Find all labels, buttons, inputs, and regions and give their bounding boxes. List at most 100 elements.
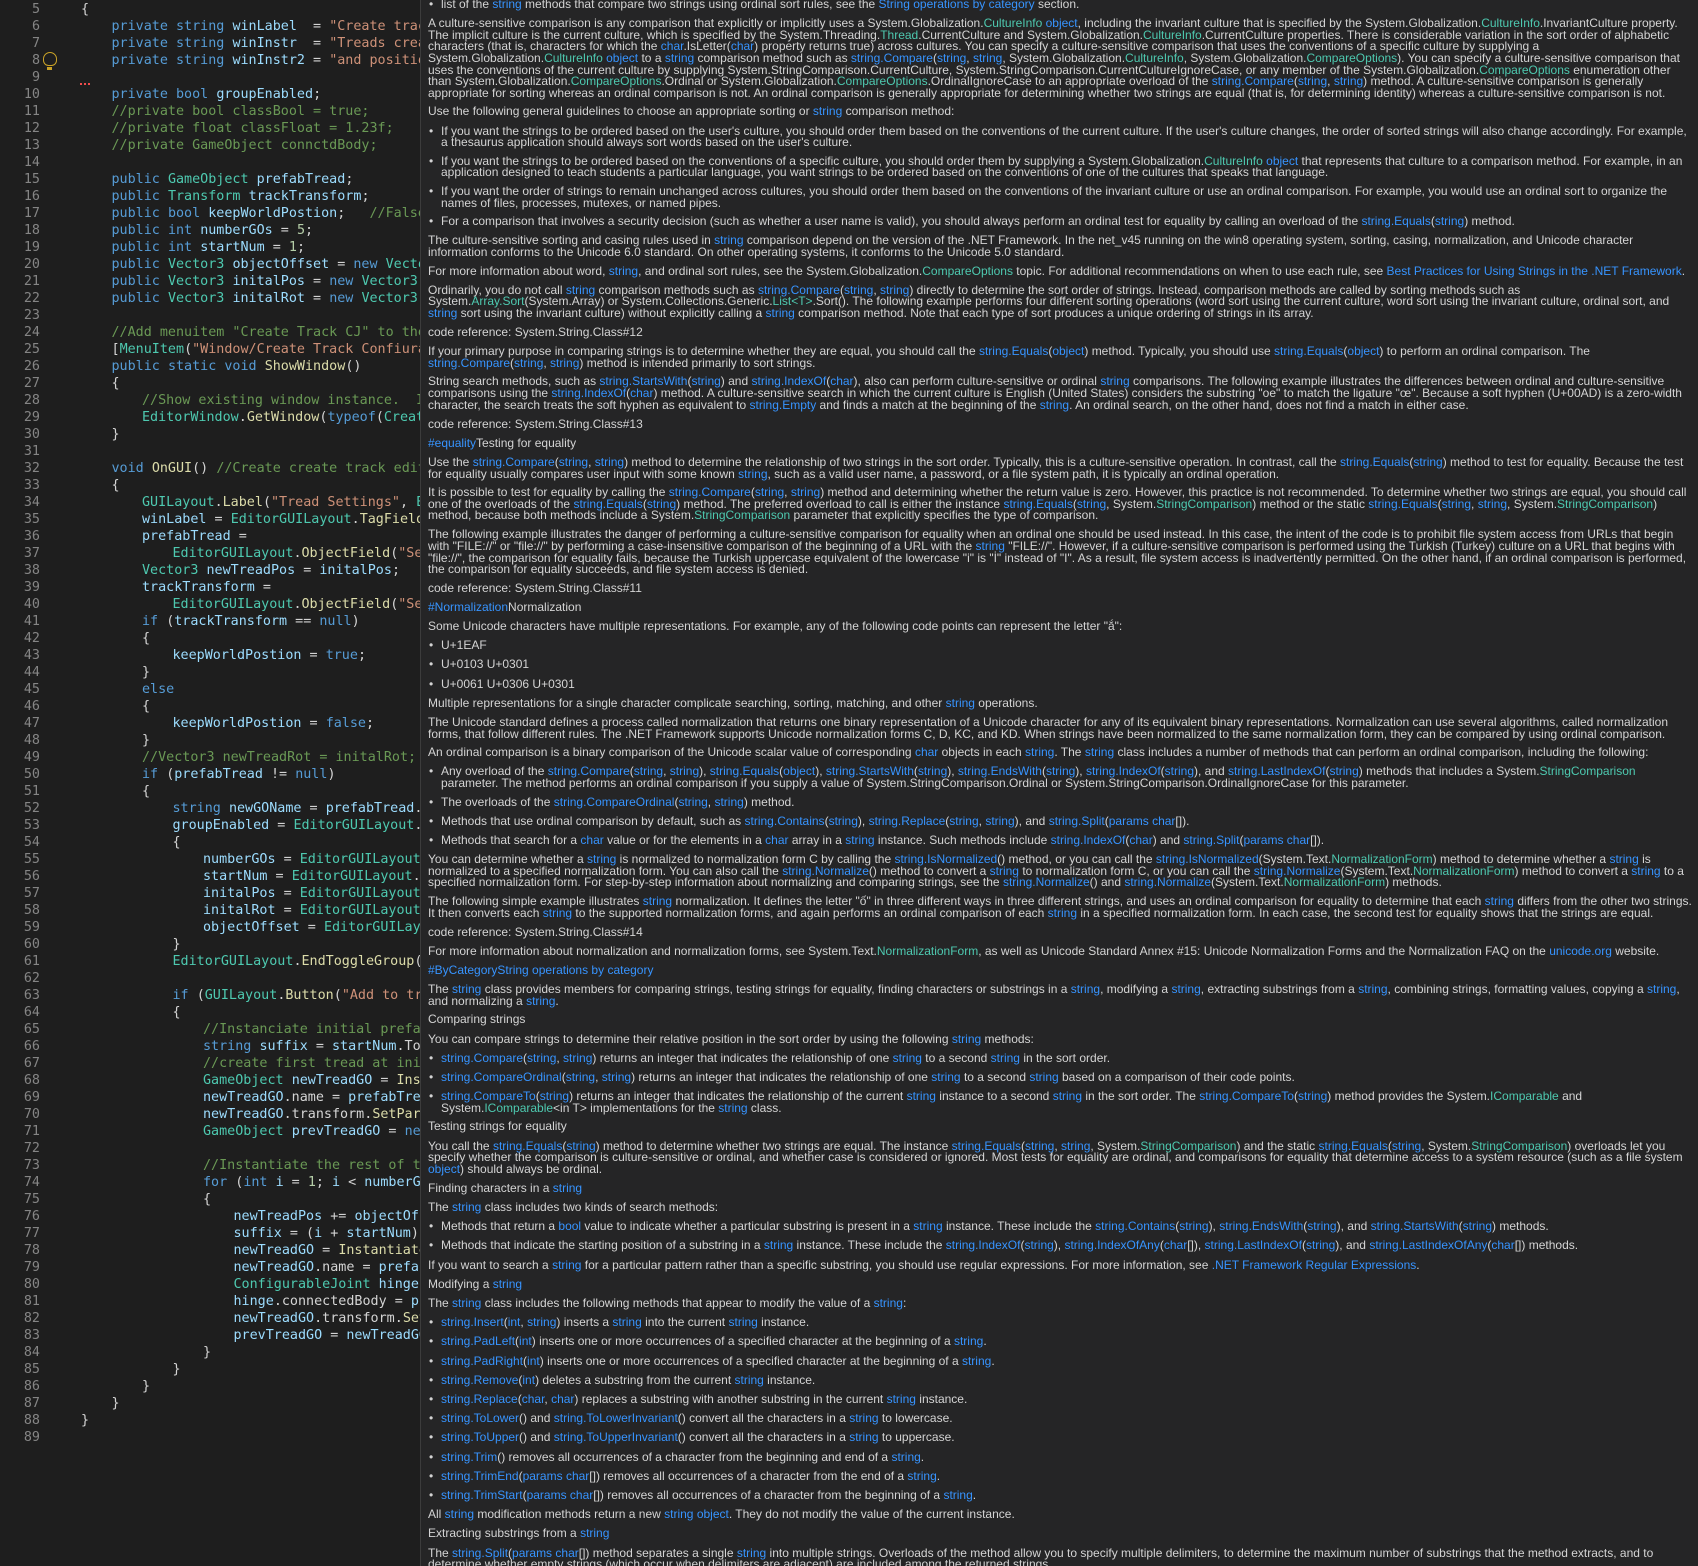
- code-line[interactable]: 35 winLabel = EditorGUILayout.TagField(: [0, 511, 420, 528]
- doc-link[interactable]: string: [1053, 1089, 1082, 1103]
- doc-link[interactable]: string: [643, 894, 672, 908]
- code-line[interactable]: 43 keepWorldPostion = true;: [0, 647, 420, 664]
- doc-link[interactable]: string: [718, 1101, 747, 1115]
- doc-link[interactable]: char: [1164, 1238, 1187, 1252]
- code-line[interactable]: 64 {: [0, 1004, 420, 1021]
- doc-link[interactable]: string: [595, 455, 624, 469]
- doc-link[interactable]: string: [665, 51, 694, 65]
- doc-link[interactable]: string: [1329, 764, 1358, 778]
- doc-link[interactable]: string.Compare: [441, 1051, 523, 1065]
- doc-link[interactable]: object: [1052, 344, 1084, 358]
- doc-link[interactable]: string: [1298, 1089, 1327, 1103]
- doc-link[interactable]: char: [731, 39, 754, 53]
- doc-link[interactable]: string: [566, 1139, 595, 1153]
- doc-link[interactable]: string: [634, 764, 663, 778]
- doc-link[interactable]: Best Practices for Using Strings in the …: [1387, 264, 1682, 278]
- doc-link[interactable]: string.Equals: [979, 344, 1048, 358]
- doc-link[interactable]: .NET Framework Regular Expressions: [1212, 1258, 1417, 1272]
- code-line[interactable]: 19 public int startNum = 1;: [0, 239, 420, 256]
- doc-link[interactable]: CultureInfo: [1481, 16, 1540, 30]
- doc-link[interactable]: StringComparison: [1156, 497, 1252, 511]
- doc-link[interactable]: CultureInfo: [544, 51, 603, 65]
- doc-link[interactable]: #equality: [428, 436, 476, 450]
- code-line[interactable]: 23: [0, 307, 420, 324]
- doc-link[interactable]: string: [428, 306, 457, 320]
- doc-link[interactable]: string.IndexOf: [1051, 833, 1126, 847]
- code-line[interactable]: 48}: [0, 732, 420, 749]
- doc-link[interactable]: params: [1243, 833, 1283, 847]
- doc-link[interactable]: string: [849, 1430, 878, 1444]
- doc-link[interactable]: string.CompareOrdinal: [554, 795, 675, 809]
- code-line[interactable]: 45 else: [0, 681, 420, 698]
- doc-link[interactable]: NormalizationForm: [877, 944, 978, 958]
- doc-link[interactable]: string.Contains: [1095, 1219, 1175, 1233]
- doc-link[interactable]: StringComparison: [1540, 764, 1636, 778]
- doc-link[interactable]: StringComparison: [694, 508, 790, 522]
- doc-link[interactable]: string: [602, 1070, 631, 1084]
- doc-link[interactable]: char: [580, 833, 603, 847]
- doc-link[interactable]: string: [1392, 1139, 1421, 1153]
- doc-link[interactable]: string: [1485, 894, 1514, 908]
- doc-link[interactable]: string: [737, 1546, 766, 1560]
- code-line[interactable]: 83 prevTreadGO = newTreadGO: [0, 1327, 420, 1344]
- code-line[interactable]: 67 //create first tread at init: [0, 1055, 420, 1072]
- code-line[interactable]: 73 //Instantiate the rest of th: [0, 1157, 420, 1174]
- code-line[interactable]: 65 //Instanciate initial prefab: [0, 1021, 420, 1038]
- code-line[interactable]: 9: [0, 69, 420, 86]
- code-line[interactable]: 56 startNum = EditorGUILayout.I: [0, 868, 420, 885]
- doc-link[interactable]: string: [492, 0, 521, 11]
- code-line[interactable]: 29EditorWindow.GetWindow(typeof(Create: [0, 409, 420, 426]
- doc-link[interactable]: char: [1152, 814, 1175, 828]
- doc-link[interactable]: string.Compare: [428, 356, 510, 370]
- doc-link[interactable]: string: [893, 1051, 922, 1065]
- doc-link[interactable]: CultureInfo: [984, 16, 1043, 30]
- doc-link[interactable]: string: [609, 264, 638, 278]
- doc-link[interactable]: string: [1048, 906, 1077, 920]
- doc-link[interactable]: string: [952, 1032, 981, 1046]
- doc-link[interactable]: object: [428, 1162, 460, 1176]
- code-line[interactable]: 16 public Transform trackTransform;: [0, 188, 420, 205]
- doc-link[interactable]: object: [783, 764, 815, 778]
- doc-link[interactable]: NormalizationForm: [1413, 864, 1514, 878]
- doc-link[interactable]: string.Compare: [1212, 74, 1294, 88]
- code-line[interactable]: 60}: [0, 936, 420, 953]
- doc-link[interactable]: string: [1040, 398, 1069, 412]
- doc-link[interactable]: char: [630, 386, 653, 400]
- doc-link[interactable]: string.IndexOf: [1086, 764, 1161, 778]
- code-line[interactable]: 10 private bool groupEnabled;: [0, 86, 420, 103]
- doc-link[interactable]: string: [514, 356, 543, 370]
- code-line[interactable]: 52 string newGOName = prefabTread.n: [0, 800, 420, 817]
- doc-link[interactable]: string.StartsWith: [826, 764, 914, 778]
- doc-link[interactable]: string: [553, 1181, 582, 1195]
- code-line[interactable]: 89: [0, 1429, 420, 1446]
- doc-link[interactable]: string: [1358, 982, 1387, 996]
- doc-link[interactable]: char: [555, 1546, 578, 1560]
- doc-link[interactable]: string: [791, 485, 820, 499]
- doc-link[interactable]: string: [887, 1392, 916, 1406]
- code-line[interactable]: 86}: [0, 1378, 420, 1395]
- doc-link[interactable]: string: [1413, 455, 1442, 469]
- doc-link[interactable]: string.Normalize: [782, 864, 869, 878]
- code-line[interactable]: 84}: [0, 1344, 420, 1361]
- doc-link[interactable]: string: [1442, 497, 1471, 511]
- doc-link[interactable]: string: [452, 1200, 481, 1214]
- doc-link[interactable]: object: [606, 51, 638, 65]
- code-line[interactable]: 77 suffix = (i + startNum).: [0, 1225, 420, 1242]
- doc-link[interactable]: string.LastIndexOf: [1205, 1238, 1302, 1252]
- code-line[interactable]: 62: [0, 970, 420, 987]
- code-line[interactable]: 22 public Vector3 initalRot = new Vector3…: [0, 290, 420, 307]
- doc-link[interactable]: String operations by category: [879, 0, 1035, 11]
- code-line[interactable]: 59 objectOffset = EditorGUILayo: [0, 919, 420, 936]
- doc-link[interactable]: string.Compare: [669, 485, 751, 499]
- doc-link[interactable]: char: [915, 745, 938, 759]
- doc-link[interactable]: IComparable: [1490, 1089, 1559, 1103]
- doc-link[interactable]: CompareOptions: [1306, 51, 1397, 65]
- doc-link[interactable]: int: [508, 1315, 521, 1329]
- doc-link[interactable]: string.ToUpper: [441, 1430, 519, 1444]
- doc-link[interactable]: string: [1025, 745, 1054, 759]
- doc-link[interactable]: string: [1334, 74, 1363, 88]
- code-line[interactable]: 26 public static void ShowWindow(): [0, 358, 420, 375]
- doc-link[interactable]: string: [550, 356, 579, 370]
- doc-link[interactable]: string.Equals: [493, 1139, 562, 1153]
- code-line[interactable]: 24 //Add menuitem "Create Track CJ" to th…: [0, 324, 420, 341]
